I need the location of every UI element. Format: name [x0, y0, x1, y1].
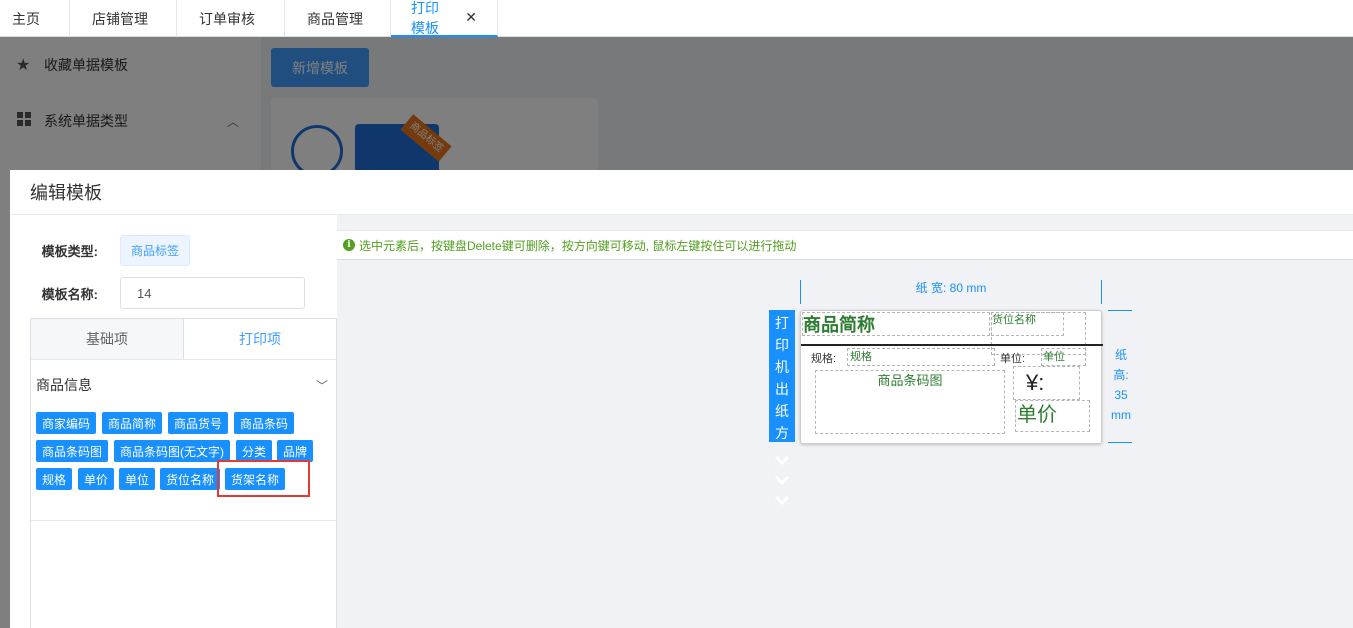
tab-label: 店铺管理 — [92, 10, 148, 27]
height-label-line: mm — [1111, 408, 1131, 422]
template-type-label: 模板类型: — [41, 244, 98, 259]
field-location-name[interactable]: 货位名称 — [160, 468, 220, 490]
unit-label: 单位: — [1000, 353, 1026, 365]
spec-label: 规格: — [811, 353, 837, 365]
height-label-line: 高: — [1113, 368, 1129, 382]
tabs-header: 基础项 打印项 — [31, 319, 336, 360]
field-spec[interactable]: 规格 — [36, 468, 72, 490]
template-name-label: 模板名称: — [41, 286, 98, 302]
tab-label: 打印模板 — [411, 0, 439, 36]
height-ruler-bottom — [1108, 442, 1132, 443]
edit-template-dialog: 编辑模板 模板类型: 商品标签 模板名称: 14 基础项 打印项 商品信息 ﹀ … — [10, 170, 1353, 628]
element-spec[interactable]: 规格 — [847, 348, 995, 366]
printer-feed-direction: 打印机出纸方向 — [769, 310, 795, 442]
dialog-title: 编辑模板 — [10, 170, 1353, 215]
top-tab-bar: 主页 店铺管理 订单审核 商品管理 打印模板 ✕ — [0, 0, 1353, 37]
element-location-name[interactable]: 货位名称 — [991, 312, 1064, 336]
field-barcode-image[interactable]: 商品条码图 — [36, 440, 108, 462]
height-label-line: 35 — [1114, 388, 1128, 402]
feed-direction-arrows — [774, 451, 790, 511]
chevron-down-icon — [774, 491, 790, 511]
paper-height-label: 纸 高: 35 mm — [1109, 345, 1133, 425]
highlight-box — [217, 460, 310, 497]
tab-label: 主页 — [12, 10, 40, 27]
element-unit-price[interactable]: 单价 — [1015, 400, 1090, 432]
paper-width-label: 纸 宽: 80 mm — [915, 281, 987, 295]
field-product-sku[interactable]: 商品货号 — [168, 412, 228, 434]
tab-store-management[interactable]: 店铺管理 — [70, 0, 177, 37]
field-merchant-code[interactable]: 商家编码 — [36, 412, 96, 434]
field-product-short-name[interactable]: 商品简称 — [102, 412, 162, 434]
tab-label: 订单审核 — [199, 10, 255, 27]
field-category[interactable]: 分类 — [236, 440, 272, 462]
field-unit[interactable]: 单位 — [119, 468, 155, 490]
chevron-down-icon: ﹀ — [315, 378, 328, 393]
field-product-barcode[interactable]: 商品条码 — [234, 412, 294, 434]
section-product-info[interactable]: 商品信息 ﹀ — [36, 375, 328, 395]
template-type-row: 模板类型: 商品标签 — [10, 235, 191, 266]
hint-text: 选中元素后，按键盘Delete键可删除，按方向键可移动, 鼠标左键按住可以进行拖… — [359, 238, 797, 253]
field-barcode-image-no-text[interactable]: 商品条码图(无文字) — [114, 440, 230, 462]
divider — [31, 520, 336, 521]
element-unit[interactable]: 单位 — [1041, 348, 1086, 366]
element-barcode-image[interactable]: 商品条码图 — [815, 370, 1005, 434]
template-name-row: 模板名称: 14 — [10, 277, 305, 309]
left-panel: 模板类型: 商品标签 模板名称: 14 基础项 打印项 商品信息 ﹀ 商家编码 … — [10, 215, 337, 628]
separator-line[interactable] — [801, 344, 1103, 346]
hint-bar: i 选中元素后，按键盘Delete键可删除，按方向键可移动, 鼠标左键按住可以进… — [337, 230, 1353, 260]
close-icon[interactable]: ✕ — [465, 9, 477, 26]
tab-label: 商品管理 — [307, 10, 363, 27]
direction-text: 打印机出纸方向 — [775, 315, 789, 441]
tab-print-items[interactable]: 打印项 — [184, 319, 336, 359]
height-label-line: 纸 — [1114, 348, 1127, 362]
template-name-input[interactable]: 14 — [120, 277, 305, 309]
element-currency[interactable]: ¥: — [1013, 366, 1080, 400]
info-icon: i — [343, 239, 355, 251]
label-paper[interactable]: 商品简称 货位名称 规格: 规格 单位: 单位 商品条码图 ¥: 单价 — [800, 310, 1103, 444]
tab-print-template[interactable]: 打印模板 ✕ — [391, 0, 498, 37]
tab-basic-items[interactable]: 基础项 — [31, 319, 184, 359]
element-product-short-name[interactable]: 商品简称 — [802, 312, 990, 336]
template-type-tag: 商品标签 — [120, 235, 191, 266]
design-canvas: i 选中元素后，按键盘Delete键可删除，按方向键可移动, 鼠标左键按住可以进… — [337, 215, 1353, 628]
field-unit-price[interactable]: 单价 — [78, 468, 114, 490]
tab-home[interactable]: 主页 — [0, 0, 70, 37]
field-brand[interactable]: 品牌 — [277, 440, 313, 462]
chevron-down-icon — [774, 471, 790, 491]
tab-order-review[interactable]: 订单审核 — [177, 0, 285, 37]
items-tabs: 基础项 打印项 商品信息 ﹀ 商家编码 商品简称 商品货号 商品条码 商品条码图… — [30, 318, 337, 628]
section-title-label: 商品信息 — [36, 377, 92, 393]
tab-product-management[interactable]: 商品管理 — [285, 0, 391, 37]
chevron-down-icon — [774, 451, 790, 471]
height-ruler-top — [1108, 310, 1132, 311]
